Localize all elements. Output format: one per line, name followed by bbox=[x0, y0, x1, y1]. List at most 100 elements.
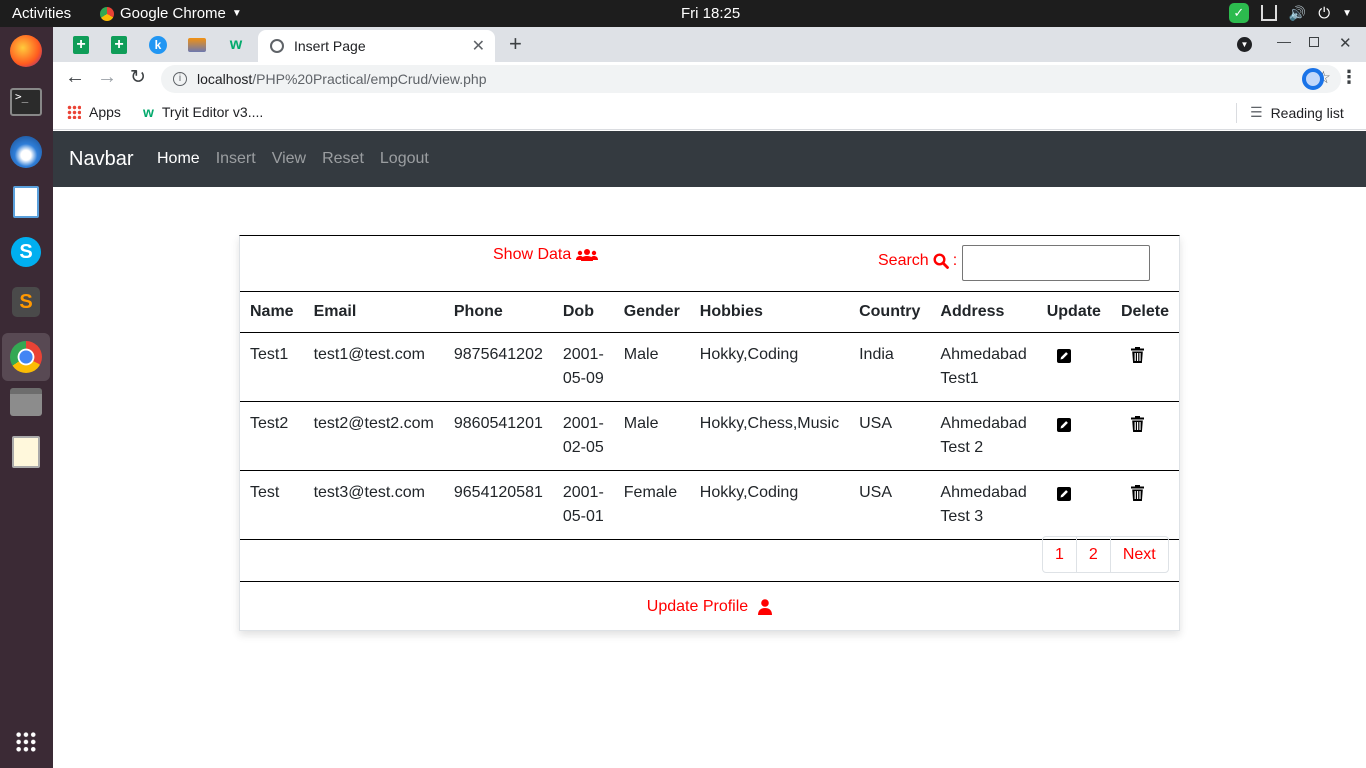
column-header: Delete bbox=[1110, 291, 1179, 333]
pinned-tab-w3schools[interactable]: w bbox=[220, 31, 252, 59]
address-line-1: Ahmedabad bbox=[940, 484, 1027, 501]
forward-button[interactable]: → bbox=[97, 66, 117, 89]
address-line-2: Test1 bbox=[940, 370, 979, 387]
search-input[interactable] bbox=[962, 245, 1150, 281]
column-header: Gender bbox=[613, 291, 690, 333]
page-link-1[interactable]: 1 bbox=[1043, 537, 1076, 572]
search-label: Search bbox=[878, 252, 929, 269]
show-data-label: Show Data bbox=[493, 246, 572, 263]
apps-grid-icon bbox=[67, 105, 81, 119]
dock-writer[interactable] bbox=[7, 183, 45, 221]
nav-link-view[interactable]: View bbox=[272, 150, 306, 168]
pinned-tab-sheets-1[interactable]: + bbox=[65, 31, 97, 59]
thunderbird-icon bbox=[10, 136, 42, 168]
nav-link-insert[interactable]: Insert bbox=[216, 150, 256, 168]
minimize-button[interactable]: — bbox=[1277, 33, 1291, 49]
reload-button[interactable]: ↻ bbox=[130, 66, 146, 89]
cell-dob: 2001- 02-05 bbox=[552, 401, 614, 471]
column-header: Address bbox=[930, 291, 1037, 333]
globe-icon bbox=[270, 39, 284, 53]
column-header: Email bbox=[303, 291, 444, 333]
show-data-link[interactable]: Show Data bbox=[493, 246, 599, 264]
dock-skype[interactable]: S bbox=[7, 233, 45, 271]
app-menu-label: Google Chrome bbox=[120, 5, 226, 22]
reading-list-icon: ☰ bbox=[1250, 104, 1263, 120]
column-header: Name bbox=[240, 291, 304, 333]
system-top-bar: Activities Google Chrome ▼ Fri 18:25 ✓ 🔊… bbox=[0, 0, 1366, 27]
restore-button[interactable] bbox=[1309, 37, 1319, 47]
chrome-icon bbox=[100, 6, 114, 21]
update-check-icon[interactable]: ✓ bbox=[1228, 3, 1249, 23]
page-link-2[interactable]: 2 bbox=[1075, 537, 1110, 572]
volume-icon: 🔊 bbox=[1288, 4, 1307, 21]
activities-button[interactable]: Activities bbox=[12, 5, 71, 22]
new-tab-button[interactable]: + bbox=[509, 31, 522, 57]
edit-icon[interactable] bbox=[1056, 416, 1071, 440]
nav-link-home[interactable]: Home bbox=[157, 150, 200, 168]
cell-address: Ahmedabad Test 2 bbox=[930, 401, 1037, 471]
menu-icon[interactable]: ⋮ bbox=[1340, 67, 1358, 88]
dock-sublime[interactable]: S bbox=[7, 283, 45, 321]
bookmark-apps[interactable]: Apps bbox=[67, 104, 121, 120]
dock-show-apps[interactable] bbox=[7, 723, 45, 761]
dock-chrome[interactable] bbox=[2, 333, 50, 381]
reading-list-button[interactable]: ☰ Reading list bbox=[1250, 104, 1344, 121]
pinned-tab-phpmyadmin[interactable] bbox=[181, 31, 213, 59]
nav-link-logout[interactable]: Logout bbox=[380, 150, 429, 168]
users-icon bbox=[576, 249, 599, 261]
table-row: Test test3@test.com 9654120581 2001- 05-0… bbox=[240, 470, 1179, 540]
edit-icon[interactable] bbox=[1056, 485, 1071, 509]
bookmark-tryit-label: Tryit Editor v3.... bbox=[161, 104, 264, 120]
ubuntu-dock: >_ S S bbox=[0, 27, 53, 768]
edit-icon[interactable] bbox=[1056, 347, 1071, 371]
profile-avatar[interactable] bbox=[1302, 68, 1324, 90]
back-button[interactable]: ← bbox=[65, 66, 85, 89]
address-bar[interactable]: i localhost/PHP%20Practical/empCrud/view… bbox=[161, 65, 1341, 93]
cell-country: USA bbox=[849, 401, 931, 471]
column-header: Dob bbox=[552, 291, 614, 333]
nav-link-reset[interactable]: Reset bbox=[322, 150, 364, 168]
close-window-button[interactable]: ✕ bbox=[1339, 34, 1352, 52]
page-link-next[interactable]: Next bbox=[1109, 537, 1168, 572]
trash-icon[interactable] bbox=[1130, 485, 1144, 509]
navbar-links: Home Insert View Reset Logout bbox=[157, 150, 429, 168]
table-row: Test2 test2@test2.com 9860541201 2001- 02… bbox=[240, 401, 1179, 471]
update-profile-link[interactable]: Update Profile bbox=[647, 598, 748, 616]
url-path: /PHP%20Practical/empCrud/view.php bbox=[252, 71, 487, 87]
dock-text-editor[interactable] bbox=[7, 433, 45, 471]
phpmyadmin-icon bbox=[188, 38, 206, 52]
skype-icon: S bbox=[11, 237, 41, 267]
card-footer: Update Profile bbox=[240, 581, 1179, 631]
system-tray[interactable]: ✓ 🔊 ⏻ ▼ bbox=[1228, 3, 1352, 23]
cell-phone: 9875641202 bbox=[443, 332, 553, 402]
cell-address: Ahmedabad Test 3 bbox=[930, 470, 1037, 540]
dock-terminal[interactable]: >_ bbox=[7, 83, 45, 121]
dob-line-1: 2001- bbox=[562, 415, 604, 432]
dock-thunderbird[interactable] bbox=[7, 133, 45, 171]
app-menu[interactable]: Google Chrome ▼ bbox=[100, 5, 242, 22]
chrome-icon bbox=[10, 341, 42, 373]
address-line-2: Test 2 bbox=[940, 439, 984, 456]
column-header: Country bbox=[849, 291, 931, 333]
pinned-tab-k[interactable]: k bbox=[142, 31, 174, 59]
address-line-2: Test 3 bbox=[940, 508, 984, 525]
navbar-brand[interactable]: Navbar bbox=[69, 148, 133, 171]
pinned-tab-sheets-2[interactable]: + bbox=[103, 31, 135, 59]
tab-search-icon[interactable]: ▼ bbox=[1237, 37, 1252, 52]
trash-icon[interactable] bbox=[1130, 347, 1144, 371]
cell-country: USA bbox=[849, 470, 931, 540]
dock-firefox[interactable] bbox=[7, 32, 45, 70]
search-group: Search : bbox=[878, 245, 1150, 281]
clock[interactable]: Fri 18:25 bbox=[681, 5, 740, 22]
cell-email: test2@test2.com bbox=[303, 401, 444, 471]
dock-files[interactable] bbox=[7, 383, 45, 421]
close-tab-icon[interactable]: ✕ bbox=[472, 36, 485, 56]
tab-title: Insert Page bbox=[294, 38, 366, 54]
trash-icon[interactable] bbox=[1130, 416, 1144, 440]
user-icon[interactable] bbox=[758, 598, 773, 615]
sheets-icon: + bbox=[111, 36, 127, 54]
text-editor-icon bbox=[12, 436, 40, 468]
dob-line-2: 02-05 bbox=[562, 439, 604, 456]
bookmark-tryit[interactable]: w Tryit Editor v3.... bbox=[143, 104, 263, 120]
active-tab[interactable]: Insert Page ✕ bbox=[258, 30, 495, 62]
